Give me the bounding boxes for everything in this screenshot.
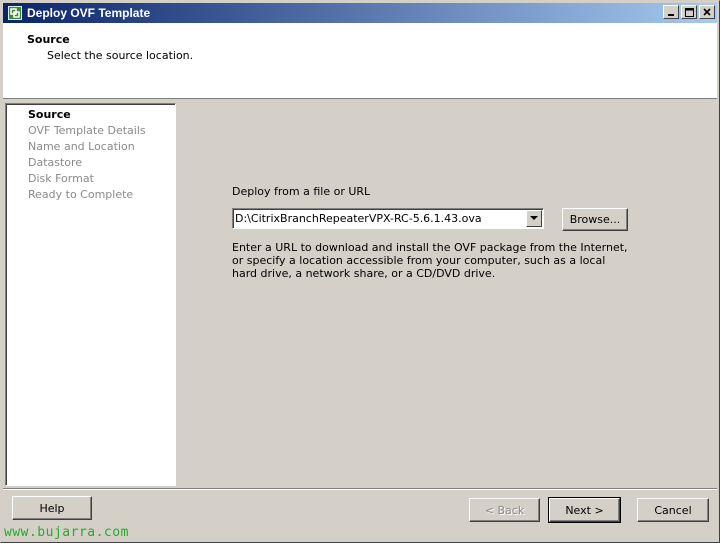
source-combobox[interactable]: D:\CitrixBranchRepeaterVPX-RC-5.6.1.43.o… (232, 208, 544, 229)
deploy-ovf-dialog: Deploy OVF Template Source Select the so… (0, 0, 720, 543)
next-button[interactable]: Next > (548, 497, 621, 523)
step-ovf-template-details: OVF Template Details (28, 124, 146, 137)
step-ready-to-complete: Ready to Complete (28, 188, 134, 201)
back-button-label: < Back (484, 503, 525, 517)
page-title: Source (27, 33, 70, 46)
watermark-text: www.bujarra.com (4, 525, 129, 540)
main-content: Deploy from a file or URL D:\CitrixBranc… (179, 103, 717, 486)
dropdown-arrow-icon[interactable] (526, 210, 542, 227)
footer-divider (3, 488, 717, 490)
page-subtitle: Select the source location. (47, 49, 194, 62)
back-button[interactable]: < Back (469, 498, 540, 522)
next-button-label: Next > (565, 503, 604, 517)
minimize-button[interactable] (663, 5, 679, 19)
cancel-button-label: Cancel (654, 503, 692, 517)
ovf-deploy-icon (7, 5, 23, 21)
cancel-button[interactable]: Cancel (637, 498, 709, 522)
step-disk-format: Disk Format (28, 172, 94, 185)
maximize-button[interactable] (681, 5, 697, 19)
step-source[interactable]: Source (28, 108, 71, 121)
step-datastore: Datastore (28, 156, 83, 169)
window-title: Deploy OVF Template (27, 6, 151, 20)
source-path-input[interactable]: D:\CitrixBranchRepeaterVPX-RC-5.6.1.43.o… (235, 212, 525, 225)
close-button[interactable] (699, 5, 715, 19)
wizard-header: Source Select the source location. (3, 23, 717, 99)
wizard-steps: Source OVF Template Details Name and Loc… (5, 103, 176, 486)
browse-button[interactable]: Browse... (562, 208, 628, 231)
step-name-and-location: Name and Location (28, 140, 135, 153)
title-bar[interactable]: Deploy OVF Template (3, 3, 717, 23)
source-description: Enter a URL to download and install the … (232, 241, 628, 280)
help-button[interactable]: Help (12, 496, 92, 520)
help-button-label: Help (39, 501, 65, 515)
deploy-source-label: Deploy from a file or URL (232, 185, 371, 198)
